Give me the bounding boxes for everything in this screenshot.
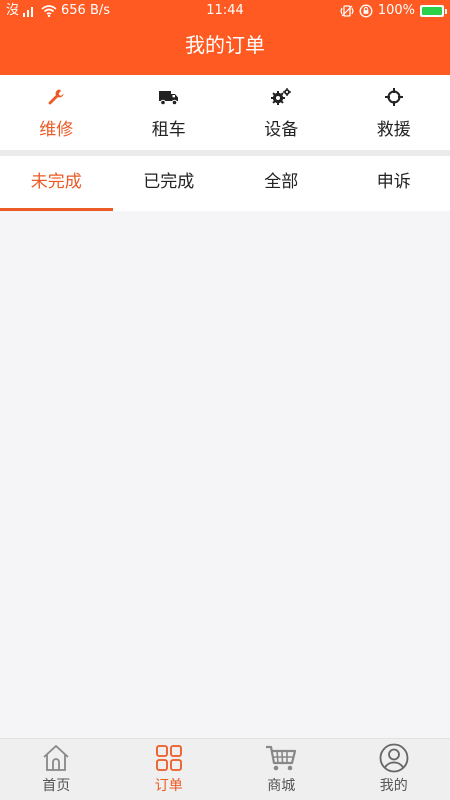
category-label: 租车	[151, 120, 186, 140]
status-bar: 沒 656 B/s 11:44 100%	[0, 0, 450, 22]
category-bar: 维修 租车 设备 救援	[0, 75, 450, 150]
lock-rotation-icon	[359, 4, 373, 18]
grid-icon	[155, 743, 183, 773]
category-car-rental[interactable]: 租车	[113, 75, 226, 150]
nav-orders[interactable]: 订单	[113, 739, 226, 800]
battery-percent: 100%	[377, 3, 415, 18]
nav-label: 首页	[42, 778, 71, 794]
category-label: 维修	[39, 120, 74, 140]
category-repair[interactable]: 维修	[0, 75, 113, 150]
category-label: 设备	[264, 120, 299, 140]
order-status-tabs: 未完成 已完成 全部 申诉	[0, 156, 450, 211]
nav-label: 我的	[379, 778, 408, 794]
user-icon	[379, 743, 409, 773]
bottom-nav: 首页 订单 商城 我的	[0, 738, 450, 800]
gears-icon	[270, 87, 292, 107]
tab-completed[interactable]: 已完成	[113, 156, 226, 211]
home-icon	[41, 743, 71, 773]
category-label: 救援	[376, 120, 411, 140]
app-header: 沒 656 B/s 11:44 100% 我的订单	[0, 0, 450, 75]
battery-icon	[420, 5, 447, 17]
tab-all[interactable]: 全部	[225, 156, 338, 211]
category-equipment[interactable]: 设备	[225, 75, 338, 150]
vibrate-icon	[340, 4, 354, 18]
tab-appeal[interactable]: 申诉	[338, 156, 450, 211]
nav-label: 商城	[267, 778, 296, 794]
status-right: 100%	[340, 0, 447, 22]
page-title: 我的订单	[185, 33, 265, 57]
order-list-area[interactable]	[0, 211, 450, 738]
cart-icon	[265, 743, 297, 773]
crosshair-icon	[384, 87, 404, 107]
tab-incomplete[interactable]: 未完成	[0, 156, 113, 211]
wrench-icon	[46, 87, 66, 107]
category-rescue[interactable]: 救援	[338, 75, 450, 150]
nav-label: 订单	[154, 778, 183, 794]
nav-home[interactable]: 首页	[0, 739, 113, 800]
truck-icon	[158, 87, 180, 107]
nav-mall[interactable]: 商城	[225, 739, 338, 800]
nav-profile[interactable]: 我的	[338, 739, 450, 800]
